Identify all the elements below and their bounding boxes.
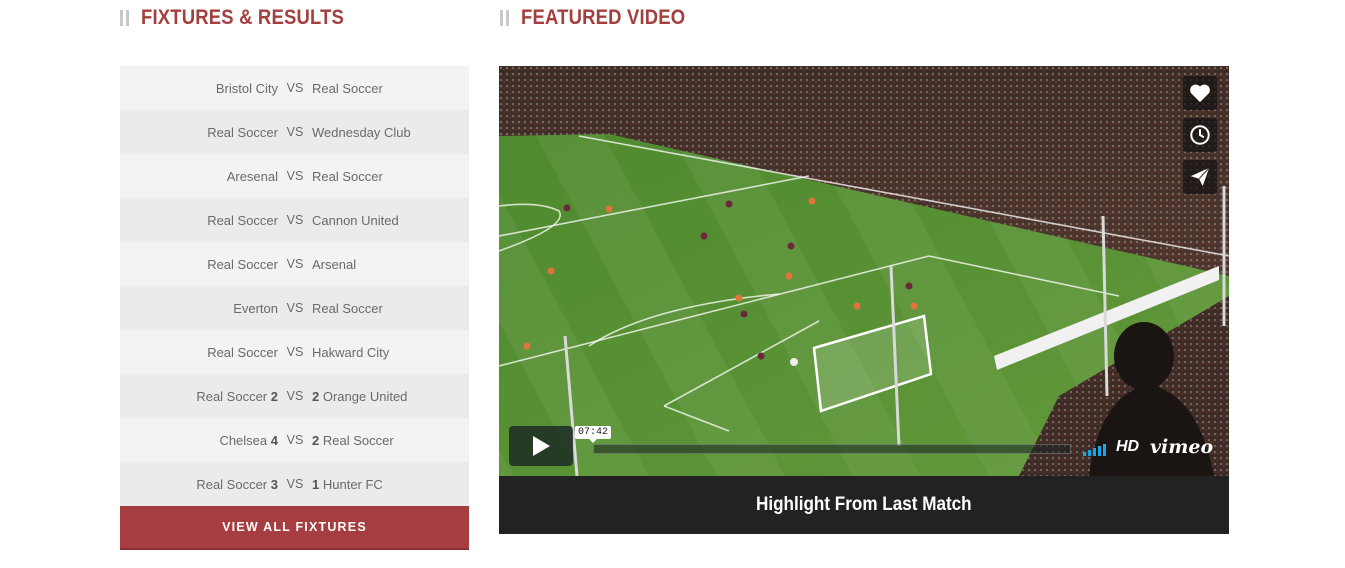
- video-caption-bar: Highlight From Last Match: [499, 476, 1229, 534]
- fixture-away-team: Arsenal: [312, 257, 469, 272]
- fixture-home-team: Real Soccer: [120, 125, 278, 140]
- vs-label: VS: [286, 81, 304, 95]
- fixture-home-team: Real Soccer: [120, 257, 278, 272]
- time-tooltip: 07:42: [575, 426, 612, 443]
- video-title-text: FEATURED VIDEO: [521, 6, 686, 29]
- fixture-away-team: Wednesday Club: [312, 125, 469, 140]
- fixture-home-team: Real Soccer 2: [120, 389, 278, 404]
- like-button[interactable]: [1183, 76, 1217, 110]
- vs-label: VS: [286, 433, 304, 447]
- away-team-name: Real Soccer: [322, 432, 394, 448]
- fixture-home-team: Bristol City: [120, 81, 278, 96]
- home-team-name: Real Soccer: [207, 124, 278, 140]
- away-team-name: Hunter FC: [322, 476, 383, 492]
- fixture-away-team: Cannon United: [312, 213, 469, 228]
- fixture-home-team: Everton: [120, 301, 278, 316]
- fixture-row: Bristol City VS Real Soccer: [120, 66, 469, 110]
- progress-bar[interactable]: [593, 444, 1071, 454]
- away-score: 2: [312, 388, 320, 404]
- home-team-name: Aresenal: [226, 168, 278, 184]
- video-caption-text: Highlight From Last Match: [756, 494, 972, 515]
- fixture-row: Everton VS Real Soccer: [120, 286, 469, 330]
- home-team-name: Real Soccer: [207, 256, 278, 272]
- home-score: 4: [270, 432, 278, 448]
- away-team-name: Real Soccer: [312, 80, 383, 96]
- clock-icon: [1190, 125, 1210, 145]
- fixture-away-team: Hakward City: [312, 345, 469, 360]
- fixture-row: Real Soccer VS Hakward City: [120, 330, 469, 374]
- fixture-row: Real Soccer VS Cannon United: [120, 198, 469, 242]
- fixtures-list: Bristol City VS Real Soccer Real Soccer VS We…: [120, 66, 469, 550]
- fixture-row: Real Soccer VS Wednesday Club: [120, 110, 469, 154]
- vs-label: VS: [286, 477, 304, 491]
- away-score: 2: [312, 432, 320, 448]
- home-team-name: Chelsea: [219, 432, 268, 448]
- home-team-name: Bristol City: [215, 80, 278, 96]
- play-icon: [533, 436, 550, 456]
- away-team-name: Real Soccer: [312, 300, 383, 316]
- fixture-row: Aresenal VS Real Soccer: [120, 154, 469, 198]
- fixture-row: Real Soccer VS Arsenal: [120, 242, 469, 286]
- title-bars-decoration: [500, 10, 509, 26]
- fixture-away-team: 1 Hunter FC: [312, 477, 469, 492]
- fixture-row: Real Soccer 3 VS 1 Hunter FC: [120, 462, 469, 506]
- home-score: 3: [270, 476, 278, 492]
- view-all-fixtures-button[interactable]: VIEW ALL FIXTURES: [120, 506, 469, 550]
- away-team-name: Hakward City: [312, 344, 390, 360]
- vs-label: VS: [286, 301, 304, 315]
- play-button[interactable]: [509, 426, 573, 466]
- fixture-row: Real Soccer 2 VS 2 Orange United: [120, 374, 469, 418]
- fixture-home-team: Real Soccer: [120, 345, 278, 360]
- fixture-home-team: Real Soccer: [120, 213, 278, 228]
- home-team-name: Real Soccer: [207, 344, 278, 360]
- away-score: 1: [312, 476, 320, 492]
- vs-label: VS: [286, 169, 304, 183]
- vimeo-logo-link[interactable]: vimeo: [1150, 436, 1213, 458]
- away-team-name: Cannon United: [312, 212, 399, 228]
- vs-label: VS: [286, 389, 304, 403]
- fixture-away-team: Real Soccer: [312, 301, 469, 316]
- vs-label: VS: [286, 345, 304, 359]
- watch-later-button[interactable]: [1183, 118, 1217, 152]
- hd-toggle[interactable]: HD: [1116, 438, 1139, 456]
- home-team-name: Real Soccer: [196, 476, 268, 492]
- volume-control[interactable]: [1083, 442, 1106, 456]
- fixture-home-team: Chelsea 4: [120, 433, 278, 448]
- send-icon: [1190, 167, 1210, 187]
- fixture-away-team: Real Soccer: [312, 81, 469, 96]
- home-team-name: Real Soccer: [207, 212, 278, 228]
- away-team-name: Orange United: [322, 388, 408, 404]
- fixture-home-team: Real Soccer 3: [120, 477, 278, 492]
- heart-icon: [1190, 84, 1210, 103]
- fixture-away-team: 2 Orange United: [312, 389, 469, 404]
- vs-label: VS: [286, 125, 304, 139]
- vs-label: VS: [286, 257, 304, 271]
- video-section-title: FEATURED VIDEO: [500, 4, 708, 32]
- vs-label: VS: [286, 213, 304, 227]
- fixture-home-team: Aresenal: [120, 169, 278, 184]
- home-team-name: Real Soccer: [196, 388, 268, 404]
- home-score: 2: [270, 388, 278, 404]
- fixtures-section-title: FIXTURES & RESULTS: [120, 4, 372, 32]
- fixtures-title-text: FIXTURES & RESULTS: [141, 6, 345, 29]
- video-thumbnail-image: [499, 66, 1229, 476]
- fixture-away-team: Real Soccer: [312, 169, 469, 184]
- fixture-away-team: 2 Real Soccer: [312, 433, 469, 448]
- away-team-name: Arsenal: [312, 256, 357, 272]
- away-team-name: Real Soccer: [312, 168, 383, 184]
- away-team-name: Wednesday Club: [312, 124, 411, 140]
- title-bars-decoration: [120, 10, 129, 26]
- home-team-name: Everton: [233, 300, 278, 316]
- video-player[interactable]: 07:42 HD vimeo: [499, 66, 1229, 476]
- share-button[interactable]: [1183, 160, 1217, 194]
- fixture-row: Chelsea 4 VS 2 Real Soccer: [120, 418, 469, 462]
